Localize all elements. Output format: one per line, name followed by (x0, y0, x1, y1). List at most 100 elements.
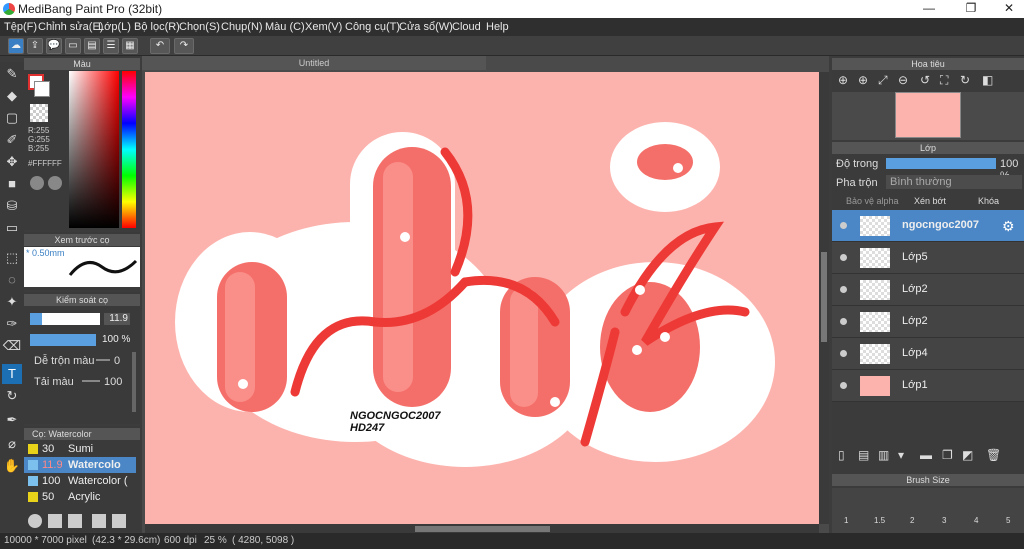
move-icon[interactable]: ✥ (2, 152, 22, 172)
brush-size-option[interactable]: 2 (910, 516, 914, 525)
select-rect-icon[interactable]: ⬚ (2, 248, 22, 268)
brush-size-option[interactable]: 4 (974, 516, 978, 525)
close-icon[interactable]: ✕ (994, 1, 1024, 17)
duplicate-layer-icon[interactable]: ❐ (942, 448, 953, 462)
pen-icon[interactable]: ✒ (2, 410, 22, 430)
menu-color[interactable]: Màu (C) (265, 21, 305, 33)
brush-control-scrollbar[interactable] (132, 352, 136, 412)
fit-icon[interactable]: ⤢ (878, 73, 888, 88)
transparent-swatch[interactable] (30, 104, 48, 122)
brush-size-option[interactable]: 1 (844, 516, 848, 525)
new-halftone-layer-icon[interactable]: ▤ (858, 448, 869, 462)
clipping-checkbox[interactable]: Xén bớt (914, 196, 946, 206)
brush-item-selected[interactable]: 11.9 Watercolo (24, 457, 136, 473)
rotate-right-icon[interactable]: ↻ (960, 73, 970, 87)
page-icon[interactable]: ▤ (84, 38, 100, 54)
eye-icon[interactable] (840, 318, 847, 325)
blend-slider[interactable] (96, 359, 110, 361)
gear-icon[interactable]: ⚙ (1002, 218, 1015, 235)
brush-size-option[interactable]: 3 (942, 516, 946, 525)
eye-icon[interactable] (840, 254, 847, 261)
brush-delete-icon[interactable] (92, 514, 106, 528)
select-eraser-icon[interactable]: ⌫ (2, 336, 22, 356)
menu-tools[interactable]: Công cụ(T) (345, 21, 400, 33)
brush-size-value[interactable]: 11.9 (104, 313, 130, 325)
folder-icon[interactable]: ▬ (920, 448, 932, 462)
bucket-icon[interactable]: ⛁ (2, 196, 22, 216)
new-8bit-layer-icon[interactable]: ▥ (878, 448, 889, 462)
comment-icon[interactable]: 💬 (46, 38, 62, 54)
cloud-icon[interactable]: ☁ (8, 38, 24, 54)
brush-size-option[interactable]: 1.5 (874, 516, 885, 525)
layer-row[interactable]: Lớp5 (832, 242, 1024, 274)
brush-item[interactable]: 50 Acrylic (24, 489, 136, 505)
add-brush-icon[interactable] (28, 514, 42, 528)
redo-icon[interactable]: ↷ (174, 38, 194, 54)
undo-icon[interactable]: ↶ (150, 38, 170, 54)
protect-alpha-checkbox[interactable]: Bảo vệ alpha (846, 196, 899, 206)
eye-icon[interactable] (840, 350, 847, 357)
dot-brush-icon[interactable]: ✐ (2, 130, 22, 150)
brush-icon[interactable]: ✎ (2, 64, 22, 84)
layer-row[interactable]: Lớp4 (832, 338, 1024, 370)
select-pen-icon[interactable]: ✑ (2, 314, 22, 334)
rotate-left-icon[interactable]: ↺ (920, 73, 930, 87)
layer-row-selected[interactable]: ngocngoc2007 ⚙ (832, 210, 1024, 242)
text-icon[interactable]: T (2, 364, 22, 384)
grid-icon[interactable]: ▦ (122, 38, 138, 54)
zoom-out-icon[interactable]: ⊖ (898, 73, 908, 87)
layer-row[interactable]: Lớp2 (832, 274, 1024, 306)
drawing-canvas[interactable]: NGOCNGOC2007 HD247 (145, 72, 819, 524)
layer-blend-select[interactable]: Bình thường (886, 175, 1022, 189)
menu-filter[interactable]: Bộ lọc(R) (134, 21, 180, 33)
menu-view[interactable]: Xem(V) (305, 21, 342, 33)
minimize-icon[interactable]: — (914, 1, 944, 17)
new-layer-icon[interactable]: ▯ (838, 448, 845, 462)
document-tab[interactable]: Untitled (142, 56, 486, 70)
menu-help[interactable]: Help (486, 21, 509, 33)
menu-layer[interactable]: Lớp(L) (98, 21, 131, 33)
gradient-icon[interactable]: ▭ (2, 218, 22, 238)
layer-row[interactable]: Lớp1 (832, 370, 1024, 402)
navigator-preview[interactable] (832, 92, 1024, 140)
menu-select[interactable]: Chọn(S) (179, 21, 220, 33)
saturation-value-picker[interactable] (69, 71, 119, 228)
layer-opacity-slider[interactable] (886, 158, 996, 169)
hand-icon[interactable]: ✋ (2, 456, 22, 476)
lasso-icon[interactable]: ◌ (2, 270, 22, 290)
hue-slider[interactable] (122, 71, 136, 228)
vertical-scrollbar[interactable] (819, 72, 829, 524)
operation-icon[interactable]: ↻ (2, 386, 22, 406)
eye-icon[interactable] (840, 222, 847, 229)
fill-rect-icon[interactable]: ■ (2, 174, 22, 194)
background-color-swatch[interactable] (34, 81, 50, 97)
magic-wand-icon[interactable]: ✦ (2, 292, 22, 312)
fullscreen-icon[interactable]: ⛶ (940, 73, 948, 88)
eraser-icon[interactable]: ◆ (2, 86, 22, 106)
message-icon[interactable]: ▭ (65, 38, 81, 54)
merge-layer-icon[interactable]: ◩ (962, 448, 973, 462)
eyedropper-icon[interactable]: ⌀ (2, 434, 22, 454)
menu-file[interactable]: Tệp(F) (4, 21, 37, 33)
share-icon[interactable]: ⇪ (27, 38, 43, 54)
menu-capture[interactable]: Chụp(N) (221, 21, 263, 33)
list-icon[interactable]: ☰ (103, 38, 119, 54)
palette-icon[interactable] (30, 176, 44, 190)
maximize-icon[interactable]: ❐ (956, 1, 986, 17)
flip-icon[interactable]: ◧ (982, 73, 993, 87)
brush-size-option[interactable]: 5 (1006, 516, 1010, 525)
lock-checkbox[interactable]: Khóa (978, 196, 999, 206)
rectangle-icon[interactable]: ▢ (2, 108, 22, 128)
layer-add-menu-icon[interactable]: ▾ (898, 448, 904, 462)
zoom-in-icon[interactable]: ⊕ (838, 73, 848, 87)
brush-item[interactable]: 100 Watercolor ( (24, 473, 136, 489)
eye-icon[interactable] (840, 382, 847, 389)
menu-window[interactable]: Cửa sổ(W) (399, 21, 453, 33)
brush-folder-icon[interactable] (112, 514, 126, 528)
load-color-slider[interactable] (82, 380, 100, 382)
trash-icon[interactable]: 🗑 (986, 448, 1001, 462)
zoom-in-alt-icon[interactable]: ⊕ (858, 73, 868, 87)
brush-settings-icon[interactable] (68, 514, 82, 528)
palette-settings-icon[interactable] (48, 176, 62, 190)
menu-cloud[interactable]: Cloud (452, 21, 481, 33)
